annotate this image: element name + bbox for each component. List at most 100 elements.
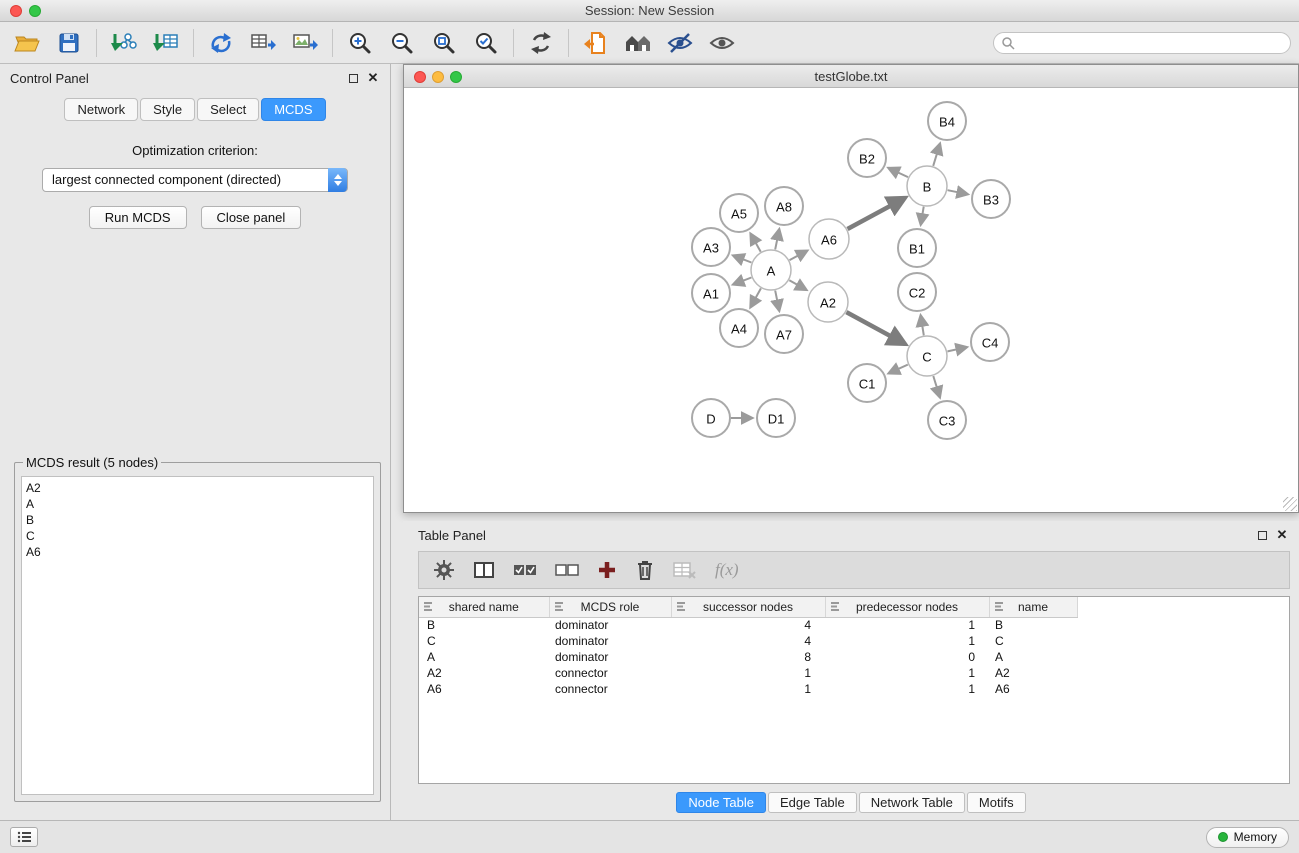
import-network-icon[interactable] [109,28,139,58]
node-C2[interactable]: C2 [898,273,936,311]
mcds-result-item[interactable]: A2 [26,480,369,496]
close-panel-button[interactable]: Close panel [201,206,302,229]
open-folder-icon[interactable] [12,28,42,58]
tab-edge-table[interactable]: Edge Table [768,792,857,813]
column-header-shared-name[interactable]: shared name [419,597,549,617]
network-canvas[interactable]: B4B2BB3A8A5A6A3B1AA1C2A2A4A7C4CC1C3DD1 [404,88,1298,512]
node-A2[interactable]: A2 [808,282,848,322]
edge-A-A3[interactable] [733,256,751,263]
memory-button[interactable]: Memory [1206,827,1289,848]
mcds-result-item[interactable]: B [26,512,369,528]
close-panel-icon[interactable]: ✕ [366,71,380,85]
edge-C-C1[interactable] [889,365,908,374]
function-builder-icon[interactable]: f(x) [715,558,739,582]
table-row[interactable]: Cdominator41C [419,633,1077,649]
column-header-successor-nodes[interactable]: successor nodes [671,597,825,617]
zoom-fit-icon[interactable] [429,28,459,58]
node-A7[interactable]: A7 [765,315,803,353]
node-B1[interactable]: B1 [898,229,936,267]
close-window-icon[interactable] [10,5,22,17]
node-C[interactable]: C [907,336,947,376]
run-mcds-button[interactable]: Run MCDS [89,206,187,229]
network-overview-icon[interactable] [623,28,653,58]
open-session-file-icon[interactable] [581,28,611,58]
edge-B-B2[interactable] [889,168,908,177]
edge-C-C4[interactable] [948,347,967,351]
criterion-dropdown[interactable]: largest connected component (directed) [42,168,348,192]
mcds-result-item[interactable]: A [26,496,369,512]
delete-row-icon[interactable] [635,558,655,582]
node-A[interactable]: A [751,250,791,290]
edge-B-B1[interactable] [921,207,924,225]
edge-A2-C[interactable] [846,312,905,344]
export-table-icon[interactable] [248,28,278,58]
export-network-icon[interactable] [206,28,236,58]
node-A4[interactable]: A4 [720,309,758,347]
table-float-panel-icon[interactable] [1255,528,1269,542]
node-table[interactable]: shared name MCDS role successor nodes pr… [418,596,1290,784]
float-panel-icon[interactable] [346,71,360,85]
gear-icon[interactable] [433,558,455,582]
import-table-icon[interactable] [151,28,181,58]
select-all-icon[interactable] [513,558,537,582]
edge-B-B3[interactable] [948,190,968,194]
node-A6[interactable]: A6 [809,219,849,259]
column-header-name[interactable]: name [989,597,1077,617]
edge-A-A2[interactable] [789,280,806,290]
edge-C-C3[interactable] [933,376,940,397]
export-image-icon[interactable] [290,28,320,58]
deselect-all-icon[interactable] [555,558,579,582]
tab-network[interactable]: Network [64,98,138,121]
column-header-mcds-role[interactable]: MCDS role [549,597,671,617]
network-minimize-icon[interactable] [432,71,444,83]
table-row[interactable]: Adominator80A [419,649,1077,665]
search-input[interactable] [993,32,1291,54]
mcds-result-list[interactable]: A2ABCA6 [21,476,374,795]
column-header-predecessor-nodes[interactable]: predecessor nodes [825,597,989,617]
add-row-icon[interactable] [597,558,617,582]
tab-motifs[interactable]: Motifs [967,792,1026,813]
node-C3[interactable]: C3 [928,401,966,439]
zoom-in-icon[interactable] [345,28,375,58]
node-B4[interactable]: B4 [928,102,966,140]
show-graphics-details-icon[interactable] [707,28,737,58]
node-C1[interactable]: C1 [848,364,886,402]
edge-A6-B[interactable] [848,198,906,229]
mcds-result-item[interactable]: A6 [26,544,369,560]
zoom-out-icon[interactable] [387,28,417,58]
table-row[interactable]: A2connector11A2 [419,665,1077,681]
save-icon[interactable] [54,28,84,58]
node-B3[interactable]: B3 [972,180,1010,218]
node-B2[interactable]: B2 [848,139,886,177]
edge-A-A5[interactable] [751,234,761,252]
network-window-titlebar[interactable]: testGlobe.txt [404,65,1298,88]
node-A5[interactable]: A5 [720,194,758,232]
node-A8[interactable]: A8 [765,187,803,225]
table-row[interactable]: A6connector11A6 [419,681,1077,697]
network-zoom-icon[interactable] [450,71,462,83]
table-close-panel-icon[interactable]: ✕ [1275,528,1289,542]
edge-B-B4[interactable] [933,144,940,166]
tab-node-table[interactable]: Node Table [676,792,766,813]
task-history-icon[interactable] [10,827,38,847]
node-A1[interactable]: A1 [692,274,730,312]
table-row[interactable]: Bdominator41B [419,617,1077,633]
tab-mcds[interactable]: MCDS [261,98,325,121]
columns-icon[interactable] [473,558,495,582]
tab-select[interactable]: Select [197,98,259,121]
resize-grip[interactable] [1283,497,1297,511]
tab-network-table[interactable]: Network Table [859,792,965,813]
zoom-window-icon[interactable] [29,5,41,17]
hide-graphics-details-icon[interactable] [665,28,695,58]
node-B[interactable]: B [907,166,947,206]
tab-style[interactable]: Style [140,98,195,121]
zoom-selected-icon[interactable] [471,28,501,58]
refresh-icon[interactable] [526,28,556,58]
edge-A-A8[interactable] [775,230,779,250]
node-A3[interactable]: A3 [692,228,730,266]
node-D1[interactable]: D1 [757,399,795,437]
edge-A-A4[interactable] [751,288,761,307]
network-close-icon[interactable] [414,71,426,83]
node-C4[interactable]: C4 [971,323,1009,361]
edge-C-C2[interactable] [921,316,924,336]
